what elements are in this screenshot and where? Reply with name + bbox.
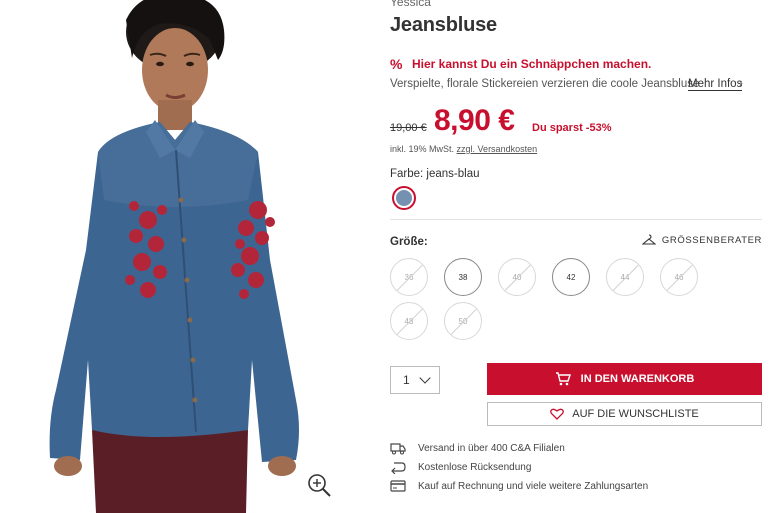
size-guide-button[interactable]: GRÖSSENBERATER <box>641 234 762 246</box>
swatch-fill <box>396 190 412 206</box>
size-label-text: 38 <box>458 272 468 282</box>
wishlist-label: AUF DIE WUNSCHLISTE <box>572 408 699 420</box>
product-photo <box>49 0 299 513</box>
shipping-costs-link[interactable]: zzgl. Versandkosten <box>457 144 538 154</box>
size-option-42[interactable]: 42 <box>552 258 590 296</box>
size-guide-label: GRÖSSENBERATER <box>661 234 762 246</box>
add-to-cart-label: IN DEN WARENKORB <box>580 373 695 385</box>
cart-icon <box>555 372 571 386</box>
savings-text: Du sparst -53% <box>532 122 612 134</box>
old-price: 19,00 € <box>390 122 427 134</box>
size-label-text: 46 <box>674 272 684 282</box>
size-option-50[interactable]: 50 <box>444 302 482 340</box>
feature-text: Kauf auf Rechnung und viele weitere Zahl… <box>418 480 649 492</box>
truck-icon <box>390 443 406 455</box>
deal-text: Hier kannst Du ein Schnäppchen machen. <box>412 57 652 71</box>
product-description: Verspielte, florale Stickereien verziere… <box>390 78 700 90</box>
feature-returns: Kostenlose Rücksendung <box>390 460 531 474</box>
add-to-cart-button[interactable]: IN DEN WARENKORB <box>487 363 762 395</box>
size-label-text: 50 <box>458 316 468 326</box>
feature-text: Versand in über 400 C&A Filialen <box>418 442 565 454</box>
size-label-text: 36 <box>404 272 414 282</box>
heart-icon <box>550 408 565 420</box>
size-label-text: 42 <box>566 272 576 282</box>
size-label-text: 40 <box>512 272 522 282</box>
add-to-wishlist-button[interactable]: AUF DIE WUNSCHLISTE <box>487 402 762 426</box>
tax-note: inkl. 19% MwSt. zzgl. Versandkosten <box>390 144 537 154</box>
card-icon <box>390 480 406 492</box>
size-option-40[interactable]: 40 <box>498 258 536 296</box>
size-label-text: 48 <box>404 316 414 326</box>
size-option-38[interactable]: 38 <box>444 258 482 296</box>
quantity-value: 1 <box>403 373 410 387</box>
size-label: Größe: <box>390 236 428 248</box>
current-price: 8,90 € <box>434 104 515 137</box>
more-info-link[interactable]: Mehr Infos <box>688 78 743 91</box>
zoom-icon[interactable] <box>306 472 332 498</box>
color-label: Farbe: jeans-blau <box>390 168 480 180</box>
size-option-48[interactable]: 48 <box>390 302 428 340</box>
return-icon <box>391 462 406 474</box>
quantity-select[interactable]: 1 <box>390 366 440 394</box>
product-image[interactable] <box>0 0 342 513</box>
size-option-44[interactable]: 44 <box>606 258 644 296</box>
chevron-right-icon[interactable]: › <box>739 76 743 90</box>
feature-text: Kostenlose Rücksendung <box>418 461 532 473</box>
size-option-36[interactable]: 36 <box>390 258 428 296</box>
chevron-down-icon <box>419 372 431 384</box>
brand-name[interactable]: Yessica <box>390 0 431 9</box>
hanger-icon <box>641 234 656 245</box>
size-option-46[interactable]: 46 <box>660 258 698 296</box>
feature-payment: Kauf auf Rechnung und viele weitere Zahl… <box>390 479 648 493</box>
deal-banner: % Hier kannst Du ein Schnäppchen machen. <box>390 56 651 72</box>
color-swatch-jeans-blau[interactable] <box>392 186 416 210</box>
tax-text: inkl. 19% MwSt. <box>390 144 455 154</box>
divider <box>390 219 762 220</box>
size-label-text: 44 <box>620 272 630 282</box>
product-title: Jeansbluse <box>390 14 497 36</box>
feature-shipping: Versand in über 400 C&A Filialen <box>390 441 565 455</box>
product-info: Yessica Jeansbluse % Hier kannst Du ein … <box>390 0 762 513</box>
percent-icon: % <box>390 56 403 72</box>
